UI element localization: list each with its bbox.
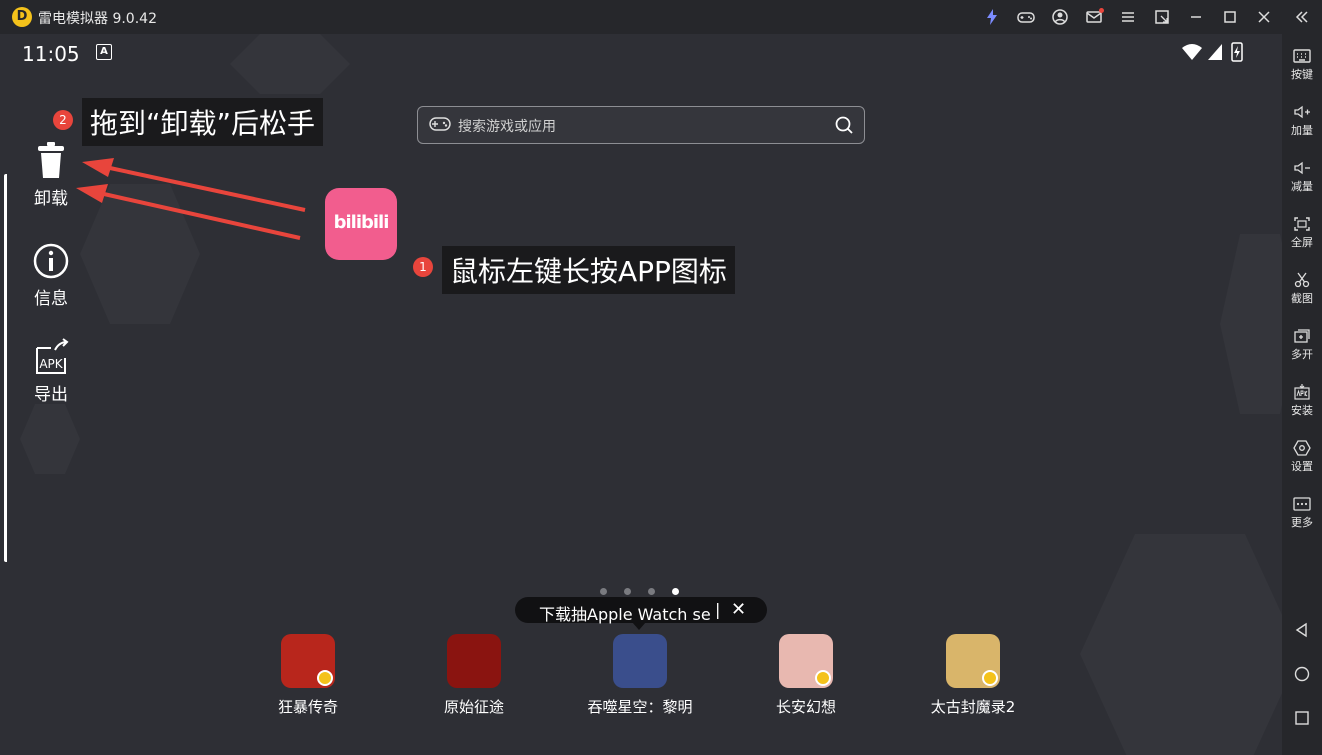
toolbar-settings[interactable]: 设置 <box>1282 440 1322 474</box>
app-label: 长安幻想 <box>775 698 836 716</box>
toolbar-label: 减量 <box>1291 180 1313 193</box>
fullscreen-icon <box>1294 217 1310 231</box>
app-label: 原始征途 <box>443 698 504 716</box>
keyboard-icon <box>1293 49 1311 63</box>
app-icon <box>946 634 1000 688</box>
volume-down-icon <box>1294 161 1310 175</box>
minimize-icon[interactable] <box>1186 7 1206 27</box>
android-screen[interactable]: 11:05 A 卸载 信息 APK 导出 搜索游戏或应用 bilibili 2 … <box>0 34 1282 755</box>
app-label: 狂暴传奇 <box>277 698 338 716</box>
dock-app-tunshi[interactable]: 吞噬星空：黎明 <box>585 634 695 717</box>
dock-app-changan[interactable]: 长安幻想 <box>751 634 861 717</box>
toolbar-label: 加量 <box>1291 124 1313 137</box>
ld-badge-icon <box>815 670 831 686</box>
multi-instance-icon <box>1294 329 1310 343</box>
window-title: 雷电模拟器 9.0.42 <box>38 11 157 27</box>
mail-icon[interactable] <box>1084 7 1104 27</box>
scissors-icon <box>1294 272 1310 288</box>
title-bar: D 雷电模拟器 9.0.42 <box>0 0 1322 34</box>
toolbar-fullscreen[interactable]: 全屏 <box>1282 216 1322 250</box>
emulator-toolbar: 按键 加量 减量 全屏 截图 多开 安装 设置 更多 <box>1282 34 1322 755</box>
promo-pointer <box>632 622 646 630</box>
toolbar-label: 设置 <box>1291 460 1313 473</box>
toolbar-label: 安装 <box>1291 404 1313 417</box>
app-icon <box>281 634 335 688</box>
maximize-icon[interactable] <box>1220 7 1240 27</box>
toolbar-volume-down[interactable]: 减量 <box>1282 160 1322 194</box>
page-dot[interactable] <box>624 588 631 595</box>
close-icon[interactable] <box>1254 7 1274 27</box>
dock-app-yuanshi[interactable]: 原始征途 <box>419 634 529 717</box>
dock-app-kuangbao[interactable]: 狂暴传奇 <box>253 634 363 717</box>
app-logo-icon: D <box>12 7 32 27</box>
toolbar-install-apk[interactable]: 安装 <box>1282 384 1322 418</box>
toolbar-multi-instance[interactable]: 多开 <box>1282 328 1322 362</box>
toolbar-label: 截图 <box>1291 292 1313 305</box>
toolbar-screenshot[interactable]: 截图 <box>1282 272 1322 306</box>
promo-separator: | <box>715 600 721 619</box>
promo-tooltip[interactable]: 下载抽Apple Watch se | ✕ <box>515 597 767 624</box>
toolbar-label: 按键 <box>1291 68 1313 81</box>
home-nav-icon[interactable] <box>1294 666 1310 682</box>
volume-up-icon <box>1294 105 1310 119</box>
mail-unread-dot <box>1099 8 1104 13</box>
ld-badge-icon <box>317 670 333 686</box>
page-dot-active[interactable] <box>672 588 679 595</box>
toolbar-label: 全屏 <box>1291 236 1313 249</box>
toolbar-keymap[interactable]: 按键 <box>1282 48 1322 82</box>
promo-text: 下载抽Apple Watch se <box>539 605 711 624</box>
recents-nav-icon[interactable] <box>1294 710 1310 726</box>
bolt-icon[interactable] <box>982 7 1002 27</box>
account-icon[interactable] <box>1050 7 1070 27</box>
menu-icon[interactable] <box>1118 7 1138 27</box>
apk-install-icon <box>1294 384 1310 400</box>
gamepad-icon[interactable] <box>1016 7 1036 27</box>
toolbar-more[interactable]: 更多 <box>1282 496 1322 530</box>
page-dot[interactable] <box>600 588 607 595</box>
app-icon <box>613 634 667 688</box>
app-icon <box>779 634 833 688</box>
back-nav-icon[interactable] <box>1294 622 1310 638</box>
collapse-sidebar-icon[interactable] <box>1292 7 1312 27</box>
settings-icon <box>1293 440 1311 456</box>
app-label: 吞噬星空：黎明 <box>587 698 693 716</box>
app-icon <box>447 634 501 688</box>
page-dot[interactable] <box>648 588 655 595</box>
app-label: 太古封魔录2 <box>930 698 1016 716</box>
ld-badge-icon <box>982 670 998 686</box>
dock-app-taigu[interactable]: 太古封魔录2 <box>918 634 1028 717</box>
toolbar-volume-up[interactable]: 加量 <box>1282 104 1322 138</box>
more-icon <box>1293 497 1311 511</box>
promo-close-icon[interactable]: ✕ <box>731 599 746 620</box>
toolbar-label: 多开 <box>1291 348 1313 361</box>
restore-window-icon[interactable] <box>1152 7 1172 27</box>
toolbar-label: 更多 <box>1291 516 1313 529</box>
